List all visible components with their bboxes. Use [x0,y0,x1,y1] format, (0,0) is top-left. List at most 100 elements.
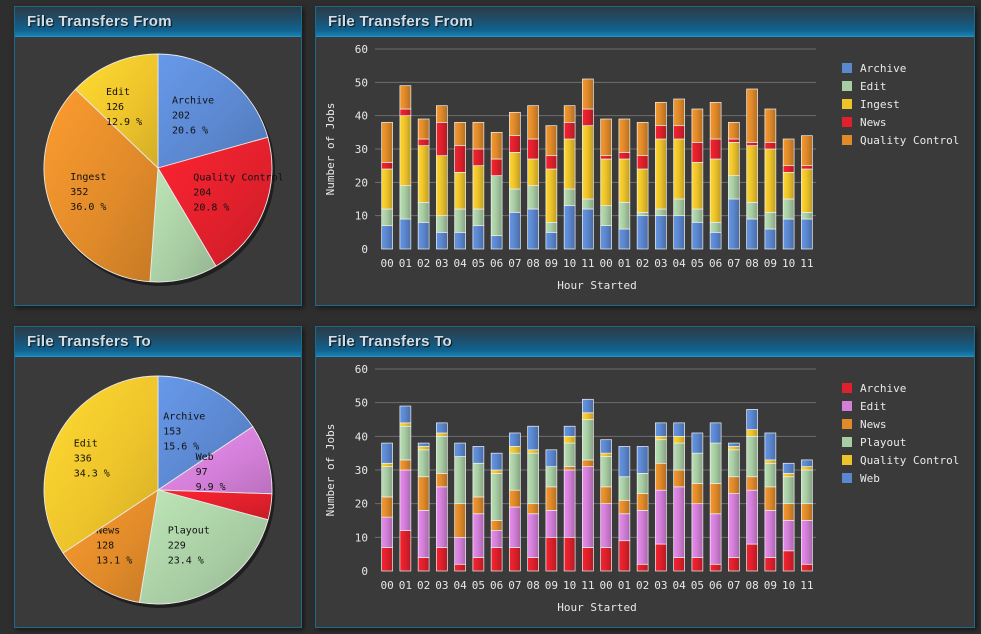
panel-bar-transfers-to: File Transfers To 0 10 20 30 40 50 60 00 01 02 03 0… [315,326,975,628]
svg-text:02: 02 [636,579,649,592]
panel-title: File Transfers From [27,13,172,30]
svg-text:00: 00 [380,579,393,592]
svg-text:Hour Started: Hour Started [557,601,636,614]
svg-text:Archive: Archive [172,95,214,106]
panel-body: Archive 202 20.6 % Quality Control 204 20.8 %… [15,37,301,305]
svg-text:06: 06 [490,257,503,270]
svg-text:01: 01 [618,257,631,270]
svg-text:08: 08 [745,579,758,592]
svg-text:06: 06 [709,579,722,592]
svg-text:08: 08 [745,257,758,270]
svg-text:00: 00 [599,579,612,592]
svg-text:202: 202 [172,110,190,121]
panel-title: File Transfers From [328,13,473,30]
svg-text:07: 07 [727,579,740,592]
svg-text:11: 11 [800,257,813,270]
svg-text:30: 30 [355,464,368,477]
svg-text:03: 03 [435,579,448,592]
panel-header-pie-transfers-from: File Transfers From [15,7,301,37]
svg-text:Archive: Archive [860,382,906,395]
svg-text:Edit: Edit [74,439,98,450]
svg-text:09: 09 [545,579,558,592]
svg-text:03: 03 [435,257,448,270]
bar-chart-transfers-to[interactable]: 010203040506000 01 02 03 04 05 06 07 08 09 10 11 00 0… [316,357,974,627]
svg-text:02: 02 [417,579,430,592]
pie-svg: Archive 202 20.6 % Quality Control 204 20.8 %… [43,53,284,286]
svg-text:04: 04 [453,257,467,270]
svg-text:05: 05 [472,579,485,592]
pie-chart-transfers-to[interactable]: Archive 153 15.6 % Web 97 9.9 % Playout 229 23.4… [15,357,301,627]
svg-text:03: 03 [654,257,667,270]
svg-text:352: 352 [70,187,88,198]
svg-text:06: 06 [490,579,503,592]
svg-text:04: 04 [672,579,686,592]
svg-text:Number of Jobs: Number of Jobs [324,103,337,196]
pie-chart-transfers-from[interactable]: Archive 202 20.6 % Quality Control 204 20.8 %… [15,37,301,305]
svg-text:Web: Web [196,452,214,463]
svg-text:20: 20 [355,498,368,511]
svg-text:Quality Control: Quality Control [860,134,959,147]
dashboard-root: File Transfers From Archive 202 20.6 % Qual… [0,0,981,634]
svg-text:09: 09 [545,257,558,270]
svg-text:07: 07 [508,257,521,270]
svg-text:01: 01 [618,579,631,592]
svg-text:09: 09 [764,257,777,270]
svg-text:60: 60 [355,43,368,56]
svg-text:126: 126 [106,102,124,113]
svg-text:Archive: Archive [860,62,906,75]
panel-header-pie-transfers-to: File Transfers To [15,327,301,357]
svg-text:05: 05 [472,257,485,270]
panel-body: Archive 153 15.6 % Web 97 9.9 % Playout 229 23.4… [15,357,301,627]
svg-text:10: 10 [355,210,368,223]
svg-text:04: 04 [453,579,467,592]
svg-text:11: 11 [581,257,594,270]
svg-text:Edit: Edit [860,80,887,93]
svg-text:20.8 %: 20.8 % [193,203,229,214]
svg-text:50: 50 [355,76,368,89]
svg-text:128: 128 [96,541,114,552]
svg-text:07: 07 [727,257,740,270]
bar-chart-transfers-from[interactable]: 0 10 20 30 40 50 60 00 01 02 03 04 05 06 07 08 09 10 11 00 0… [316,37,974,305]
svg-text:Ingest: Ingest [860,98,900,111]
svg-text:Archive: Archive [163,412,205,423]
svg-text:06: 06 [709,257,722,270]
svg-text:34.3 %: 34.3 % [74,469,110,480]
svg-text:0: 0 [361,243,368,256]
svg-text:00: 00 [599,257,612,270]
svg-text:05: 05 [691,257,704,270]
svg-text:11: 11 [800,579,813,592]
svg-text:Ingest: Ingest [70,172,106,183]
svg-text:153: 153 [163,427,181,438]
svg-text:40: 40 [355,110,368,123]
svg-text:10: 10 [563,257,576,270]
svg-text:03: 03 [654,579,667,592]
svg-text:Quality Control: Quality Control [193,173,283,184]
svg-text:Playout: Playout [168,526,210,537]
panel-body: 0 10 20 30 40 50 60 00 01 02 03 04 05 06 07 08 09 10 11 00 0… [316,357,974,627]
panel-pie-transfers-from: File Transfers From Archive 202 20.6 % Qual… [14,6,302,306]
svg-text:Number of Jobs: Number of Jobs [324,424,337,517]
svg-text:23.4 %: 23.4 % [168,556,204,567]
svg-text:15.6 %: 15.6 % [163,442,199,453]
svg-text:11: 11 [581,579,594,592]
svg-text:Playout: Playout [860,436,906,449]
svg-text:0: 0 [361,565,368,578]
svg-text:01: 01 [399,579,412,592]
panel-body: 0 10 20 30 40 50 60 00 01 02 03 04 05 06 07 08 09 10 11 00 0… [316,37,974,305]
svg-text:30: 30 [355,143,368,156]
svg-text:News: News [860,418,887,431]
svg-text:10: 10 [563,579,576,592]
svg-text:00: 00 [380,257,393,270]
svg-text:07: 07 [508,579,521,592]
svg-text:12.9 %: 12.9 % [106,117,142,128]
svg-text:204: 204 [193,188,211,199]
svg-text:02: 02 [417,257,430,270]
panel-title: File Transfers To [27,333,152,350]
svg-text:20: 20 [355,176,368,189]
svg-text:10: 10 [782,579,795,592]
svg-text:08: 08 [526,579,539,592]
svg-text:10: 10 [782,257,795,270]
svg-text:60: 60 [355,363,368,376]
pie-svg: Archive15315.6 %Web979.9 %Playout22923.4… [43,375,275,608]
svg-text:Web: Web [860,472,880,485]
